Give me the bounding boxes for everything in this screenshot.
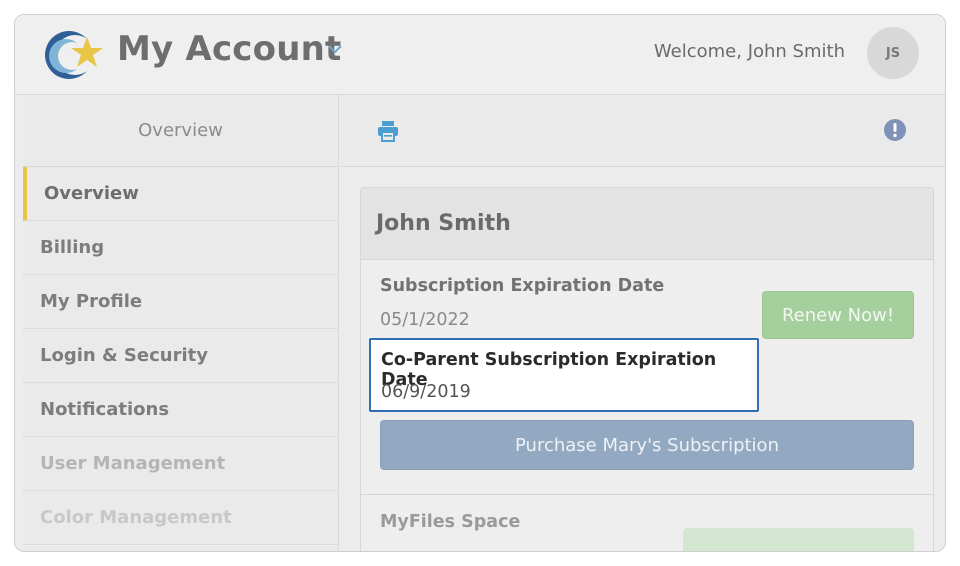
sidebar-item-label: My Profile [40,291,143,312]
app-title[interactable]: My Account [117,29,341,69]
sidebar-item-color-management[interactable]: Color Management [23,491,338,545]
card-title: John Smith [361,188,933,260]
coparent-highlight-box: Co-Parent Subscription Expiration Date 0… [369,338,759,412]
sidebar-item-label: Overview [44,183,139,204]
header: My Account Welcome, John Smith JS [15,15,945,95]
sidebar-item-label: Login & Security [40,345,208,366]
divider [361,494,933,495]
sidebar-item-notifications[interactable]: Notifications [23,383,338,437]
sidebar-heading: Overview [23,95,338,167]
sidebar-item-label: User Management [40,453,226,474]
logo-icon [45,31,103,79]
renew-now-button[interactable]: Renew Now! [762,291,914,339]
purchase-subscription-button[interactable]: Purchase Mary's Subscription [380,420,914,470]
sidebar-item-overview[interactable]: Overview [23,167,338,221]
chevron-down-icon[interactable] [327,43,343,55]
alert-icon[interactable] [883,118,907,142]
print-icon[interactable] [376,119,400,143]
sidebar-item-user-management[interactable]: User Management [23,437,338,491]
sidebar: Overview Overview Billing My Profile Log… [23,95,339,551]
account-card: John Smith Subscription Expiration Date … [360,187,934,551]
sidebar-item-label: Billing [40,237,105,258]
welcome-text: Welcome, John Smith [653,41,845,62]
sidebar-item-login-security[interactable]: Login & Security [23,329,338,383]
sidebar-item-my-profile[interactable]: My Profile [23,275,338,329]
subscription-expiration-value: 05/1/2022 [380,310,470,330]
app-window: My Account Welcome, John Smith JS Overvi… [14,14,946,552]
coparent-expiration-value: 06/9/2019 [381,382,471,402]
sidebar-item-label: Color Management [40,507,232,528]
subscription-expiration-label: Subscription Expiration Date [380,276,665,296]
sidebar-item-label: Notifications [40,399,170,420]
avatar[interactable]: JS [867,27,919,79]
myfiles-button[interactable] [683,528,914,551]
toolbar [340,95,945,167]
sidebar-item-billing[interactable]: Billing [23,221,338,275]
myfiles-space-label: MyFiles Space [380,512,521,532]
